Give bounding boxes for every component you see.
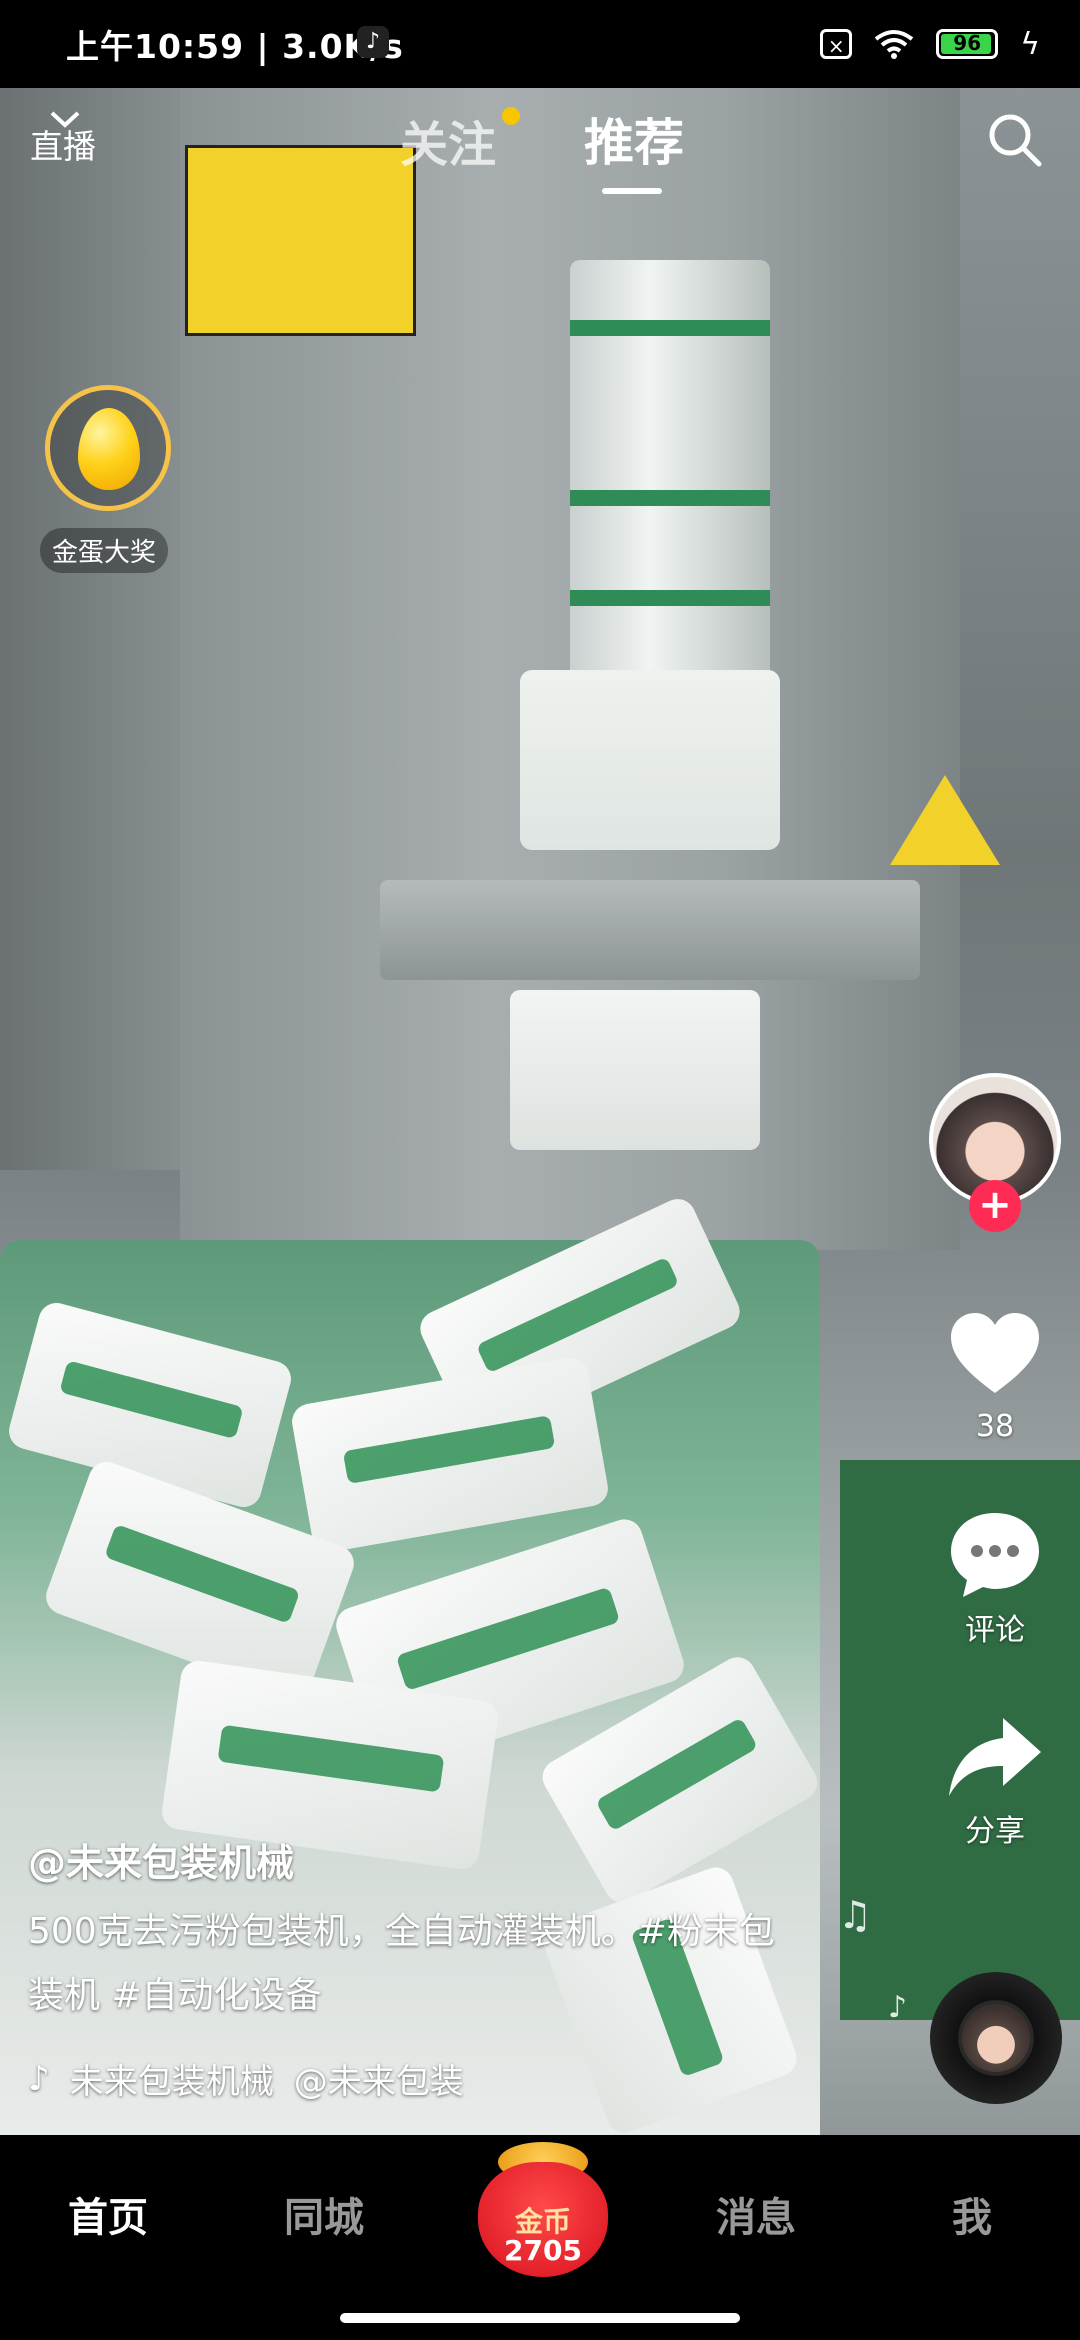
- video-scene: [0, 70, 190, 1170]
- follow-plus-button[interactable]: +: [969, 1180, 1021, 1232]
- coin-bag-button[interactable]: 金币 2705: [478, 2142, 608, 2277]
- nav-nearby[interactable]: 同城: [284, 2185, 364, 2243]
- golden-egg-button[interactable]: [45, 385, 171, 511]
- search-icon[interactable]: [985, 110, 1045, 170]
- video-scene: [380, 880, 920, 980]
- video-background[interactable]: [0, 0, 1080, 2135]
- battery-level: 96: [953, 31, 982, 55]
- heart-icon: [951, 1313, 1039, 1393]
- status-time-speed: 上午10:59 | 3.0K/s: [66, 27, 404, 66]
- share-label: 分享: [965, 1814, 1025, 1849]
- active-tab-indicator: [602, 188, 662, 194]
- music-info[interactable]: ♪ 未来包装机械 @未来包装: [28, 2054, 464, 2103]
- tiktok-icon: ♪: [357, 26, 389, 58]
- status-icons: × 96 ϟ: [820, 22, 1040, 66]
- battery-icon: 96: [936, 29, 999, 59]
- video-scene: [510, 990, 760, 1150]
- music-disc[interactable]: [930, 1972, 1062, 2104]
- comment-label: 评论: [965, 1613, 1025, 1648]
- music-disc-avatar: [962, 2004, 1030, 2072]
- nav-me[interactable]: 我: [952, 2185, 992, 2243]
- golden-egg-label[interactable]: 金蛋大奖: [40, 528, 169, 573]
- share-icon: [949, 1718, 1041, 1796]
- home-indicator[interactable]: [340, 2313, 740, 2323]
- comment-button[interactable]: 评论: [925, 1505, 1065, 1649]
- like-count: 38: [975, 1409, 1015, 1444]
- wifi-icon: [874, 30, 914, 59]
- comment-icon: [951, 1513, 1039, 1597]
- video-scene: [520, 670, 780, 850]
- author-username[interactable]: @未来包装机械: [28, 1832, 294, 1887]
- music-title: 未来包装机械: [69, 2062, 274, 2102]
- music-note-icon: ♪: [28, 2058, 50, 2099]
- nav-messages[interactable]: 消息: [716, 2185, 796, 2243]
- tab-follow[interactable]: 关注: [400, 105, 496, 175]
- sim-x-icon: ×: [820, 29, 853, 59]
- coin-count: 2705: [504, 2234, 582, 2267]
- video-scene: [890, 775, 1000, 865]
- floating-note-icon: ♫: [838, 1893, 873, 1937]
- video-caption: 500克去污粉包装机，全自动灌装机。#粉末包装机 #自动化设备: [28, 1911, 775, 2016]
- like-button[interactable]: 38: [925, 1305, 1065, 1444]
- video-scene: [570, 590, 770, 606]
- top-nav: 直播 关注 推荐: [0, 95, 1080, 215]
- live-button[interactable]: 直播: [30, 120, 96, 168]
- video-scene: [570, 490, 770, 506]
- status-bar: 上午10:59 | 3.0K/s ♪ × 96 ϟ: [0, 0, 1080, 88]
- video-scene: [570, 320, 770, 336]
- share-button[interactable]: 分享: [925, 1712, 1065, 1850]
- floating-note-icon: ♪: [888, 1990, 908, 2025]
- golden-egg-icon: [78, 408, 140, 490]
- tab-recommend[interactable]: 推荐: [584, 103, 684, 175]
- nav-home[interactable]: 首页: [68, 2185, 148, 2243]
- notification-dot: [502, 107, 520, 125]
- charging-icon: ϟ: [1020, 26, 1040, 62]
- music-author: @未来包装: [293, 2062, 464, 2102]
